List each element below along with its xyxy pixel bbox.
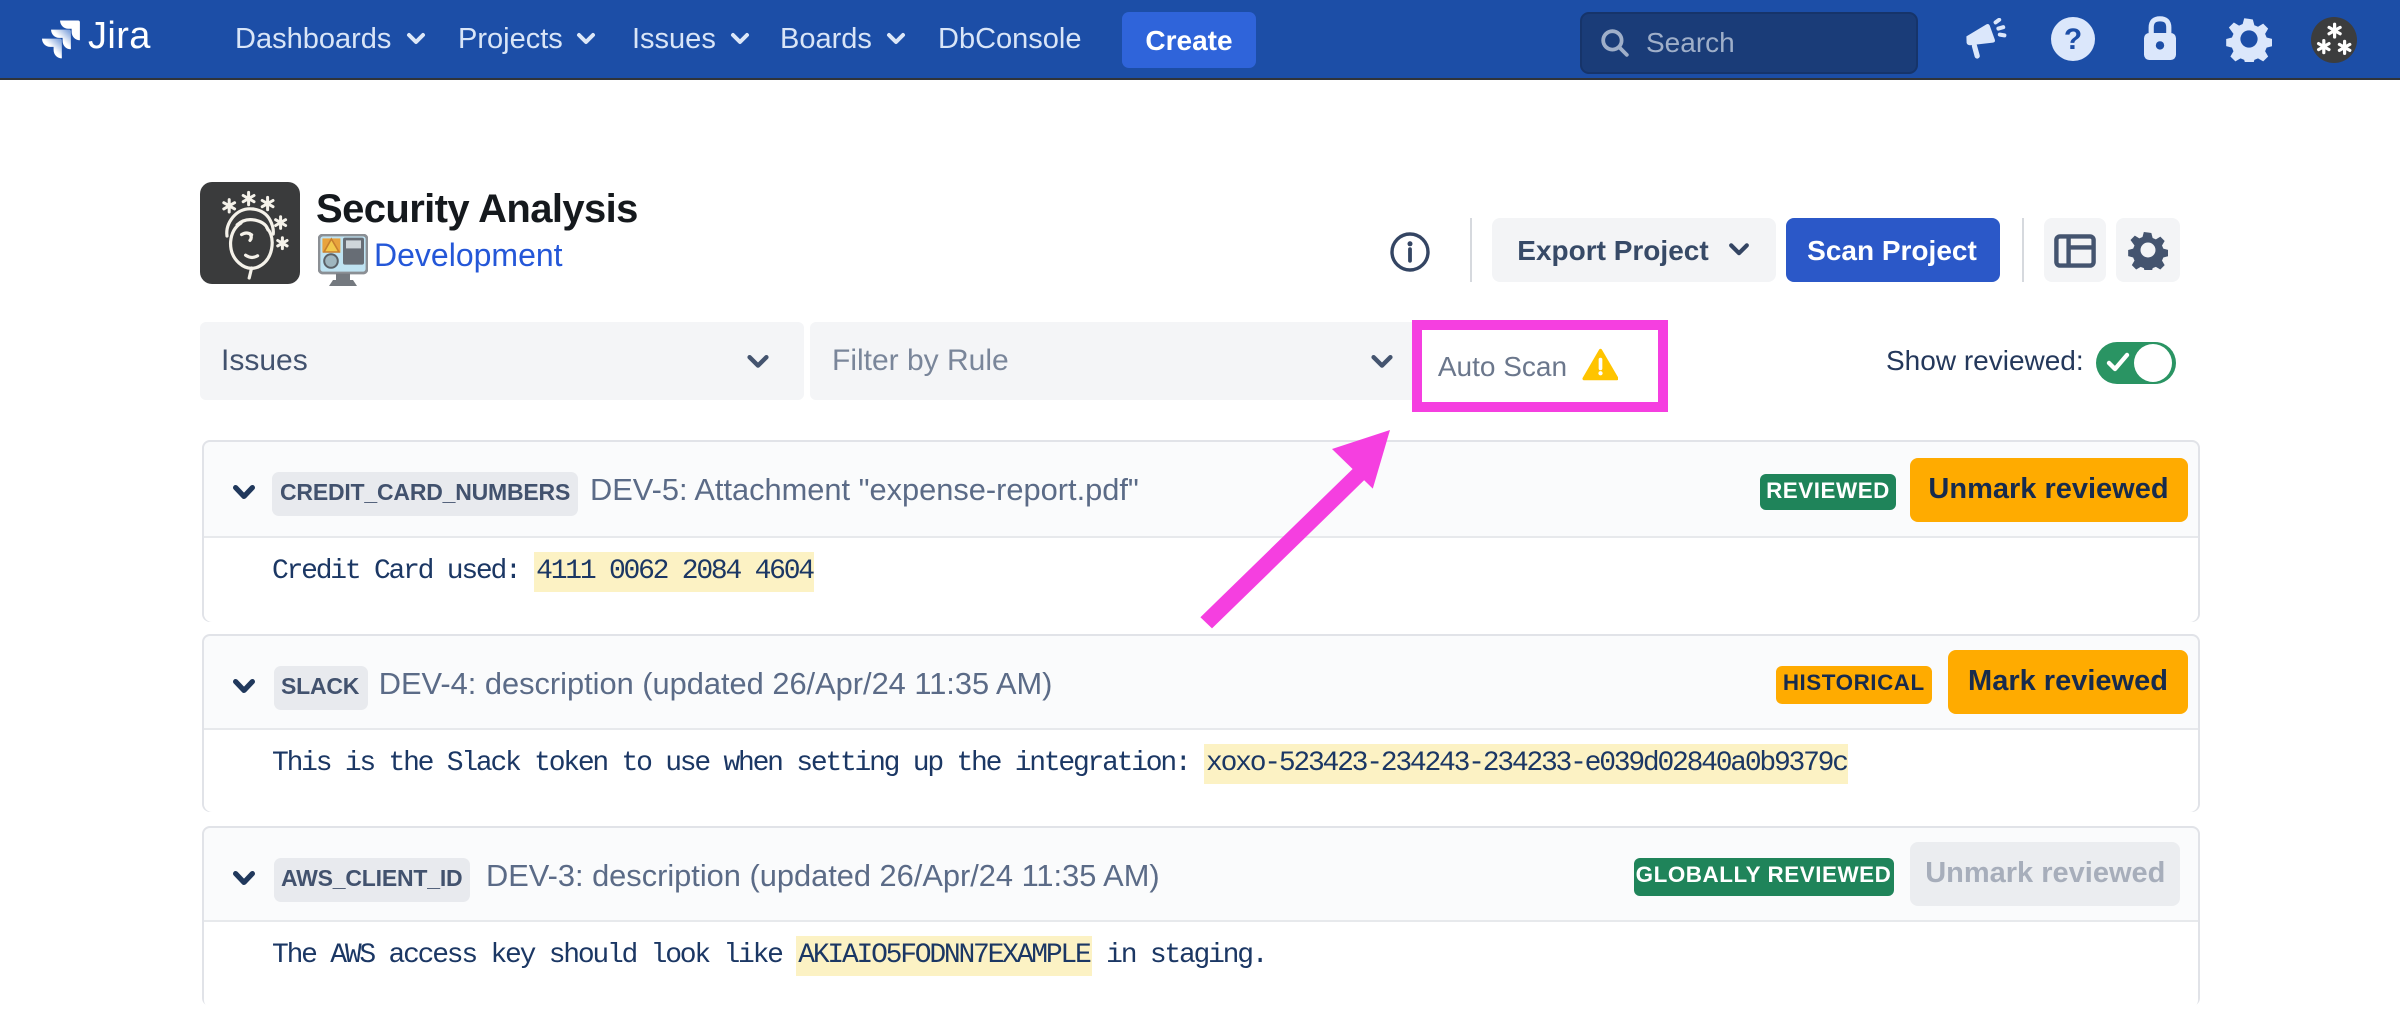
svg-text:?: ? [2063,23,2081,56]
